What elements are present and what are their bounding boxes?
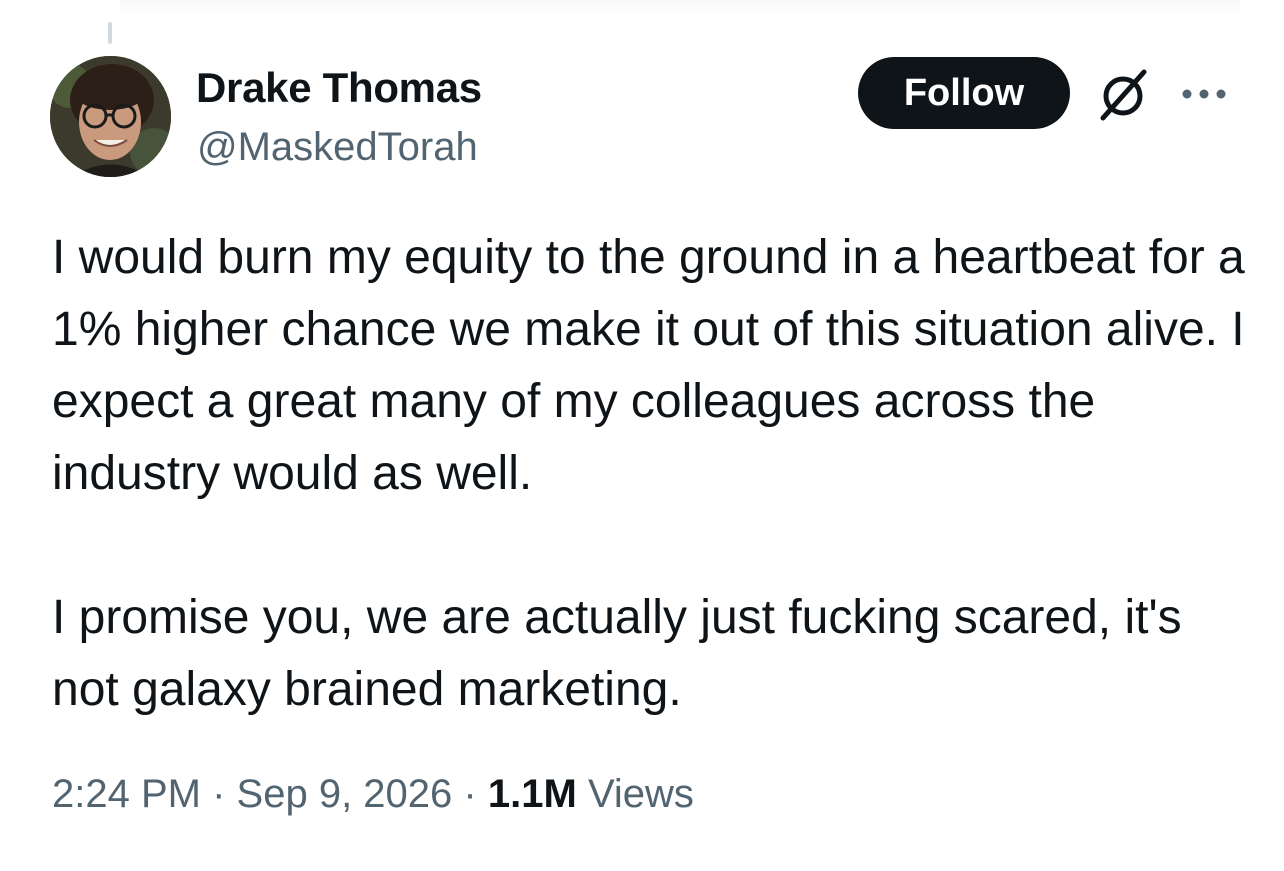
tweet-text: I would burn my equity to the ground in … — [52, 222, 1252, 726]
tweet-paragraph: I promise you, we are actually just fuck… — [52, 591, 1182, 716]
views-label: Views — [587, 772, 694, 816]
tweet-metadata: 2:24 PM · Sep 9, 2026 · 1.1M Views — [52, 772, 694, 817]
grok-icon[interactable] — [1094, 66, 1152, 124]
views-count[interactable]: 1.1M — [488, 772, 577, 816]
tweet-paragraph: I would burn my equity to the ground in … — [52, 231, 1245, 500]
follow-button[interactable]: Follow — [858, 57, 1070, 129]
more-icon[interactable] — [1180, 84, 1228, 104]
meta-separator: · — [212, 772, 226, 816]
author-handle[interactable]: @MaskedTorah — [197, 125, 478, 170]
meta-separator: · — [463, 772, 477, 816]
author-display-name[interactable]: Drake Thomas — [196, 64, 482, 112]
thread-connector-line — [108, 22, 112, 44]
tweet-time[interactable]: 2:24 PM — [52, 772, 201, 816]
tweet-date[interactable]: Sep 9, 2026 — [237, 772, 453, 816]
avatar[interactable] — [50, 56, 171, 177]
previous-tweet-edge — [120, 0, 1240, 18]
